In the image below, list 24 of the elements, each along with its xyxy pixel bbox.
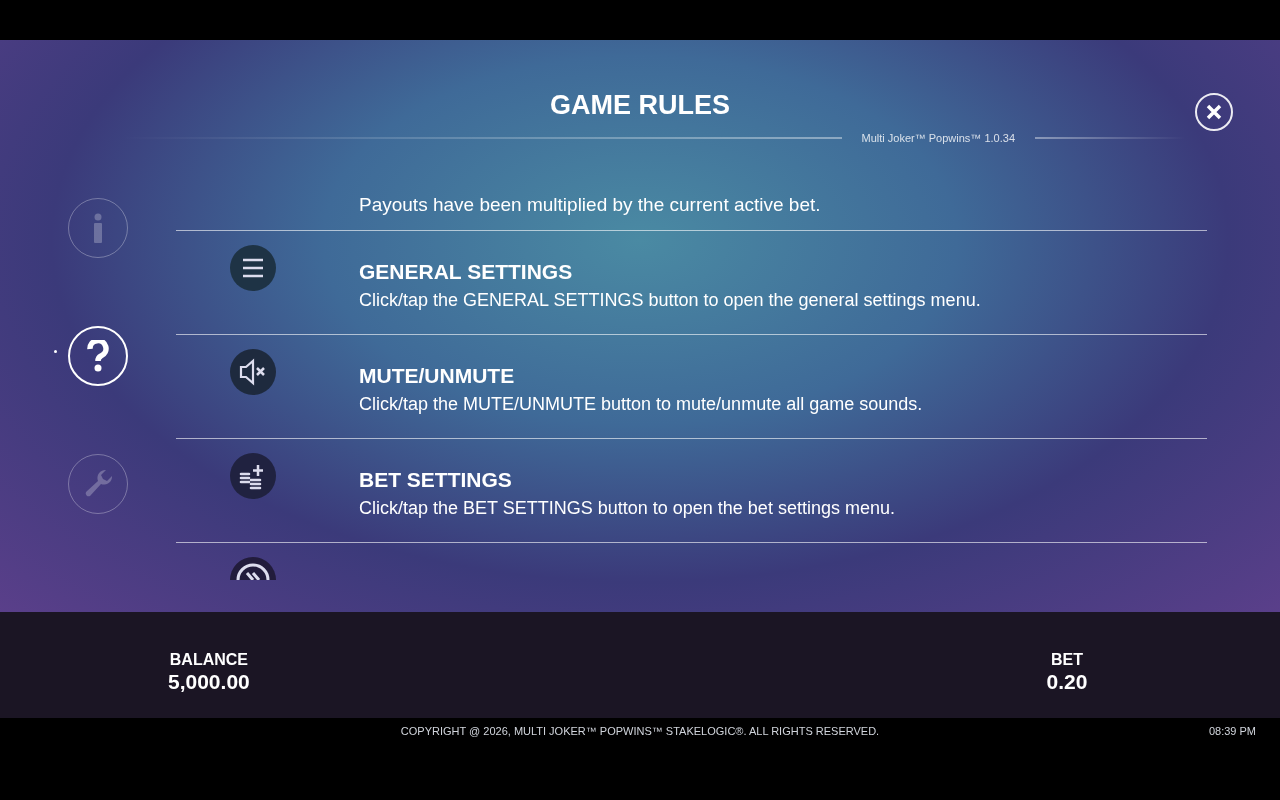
rule-heading: GENERAL SETTINGS: [359, 259, 574, 285]
bet-label: BET: [1051, 652, 1083, 668]
rule-description: Click/tap the BET SETTINGS button to open the bet settings menu.: [359, 497, 895, 520]
question-mark-icon: [86, 340, 110, 372]
menu-icon: [230, 245, 276, 291]
title: GAME RULES: [550, 89, 730, 122]
rule-heading: BET SETTINGS: [359, 467, 513, 493]
intro-text: Payouts have been multiplied by the current active bet.: [359, 192, 821, 217]
balance-label: BALANCE: [169, 652, 248, 668]
info-icon: [92, 213, 104, 243]
rule-heading: MUTE/UNMUTE: [359, 363, 516, 389]
close-button[interactable]: [1195, 93, 1233, 131]
copyright-text: COPYRIGHT @ 2026, MULTI JOKER™ POPWINS™ STAKELOGIC®. ALL RIGHTS RESERVED.: [400, 724, 880, 740]
speaker-muted-icon: [230, 349, 276, 395]
bet-value: 0.20: [1046, 671, 1088, 692]
fast-forward-icon: [230, 557, 276, 580]
rule-description: Click/tap the GENERAL SETTINGS button to open the general settings menu.: [359, 289, 981, 312]
clock-time: 08:39 PM: [1208, 724, 1256, 740]
coins-plus-icon: [230, 453, 276, 499]
rule-description: Click/tap the MUTE/UNMUTE button to mute/unmute all game sounds.: [359, 393, 923, 416]
close-icon: [1206, 104, 1222, 120]
balance-value: 5,000.00: [168, 671, 250, 692]
side-tab[interactable]: [68, 326, 128, 386]
version-label: Multi Joker™ Popwins™ 1.0.34: [861, 131, 1015, 146]
